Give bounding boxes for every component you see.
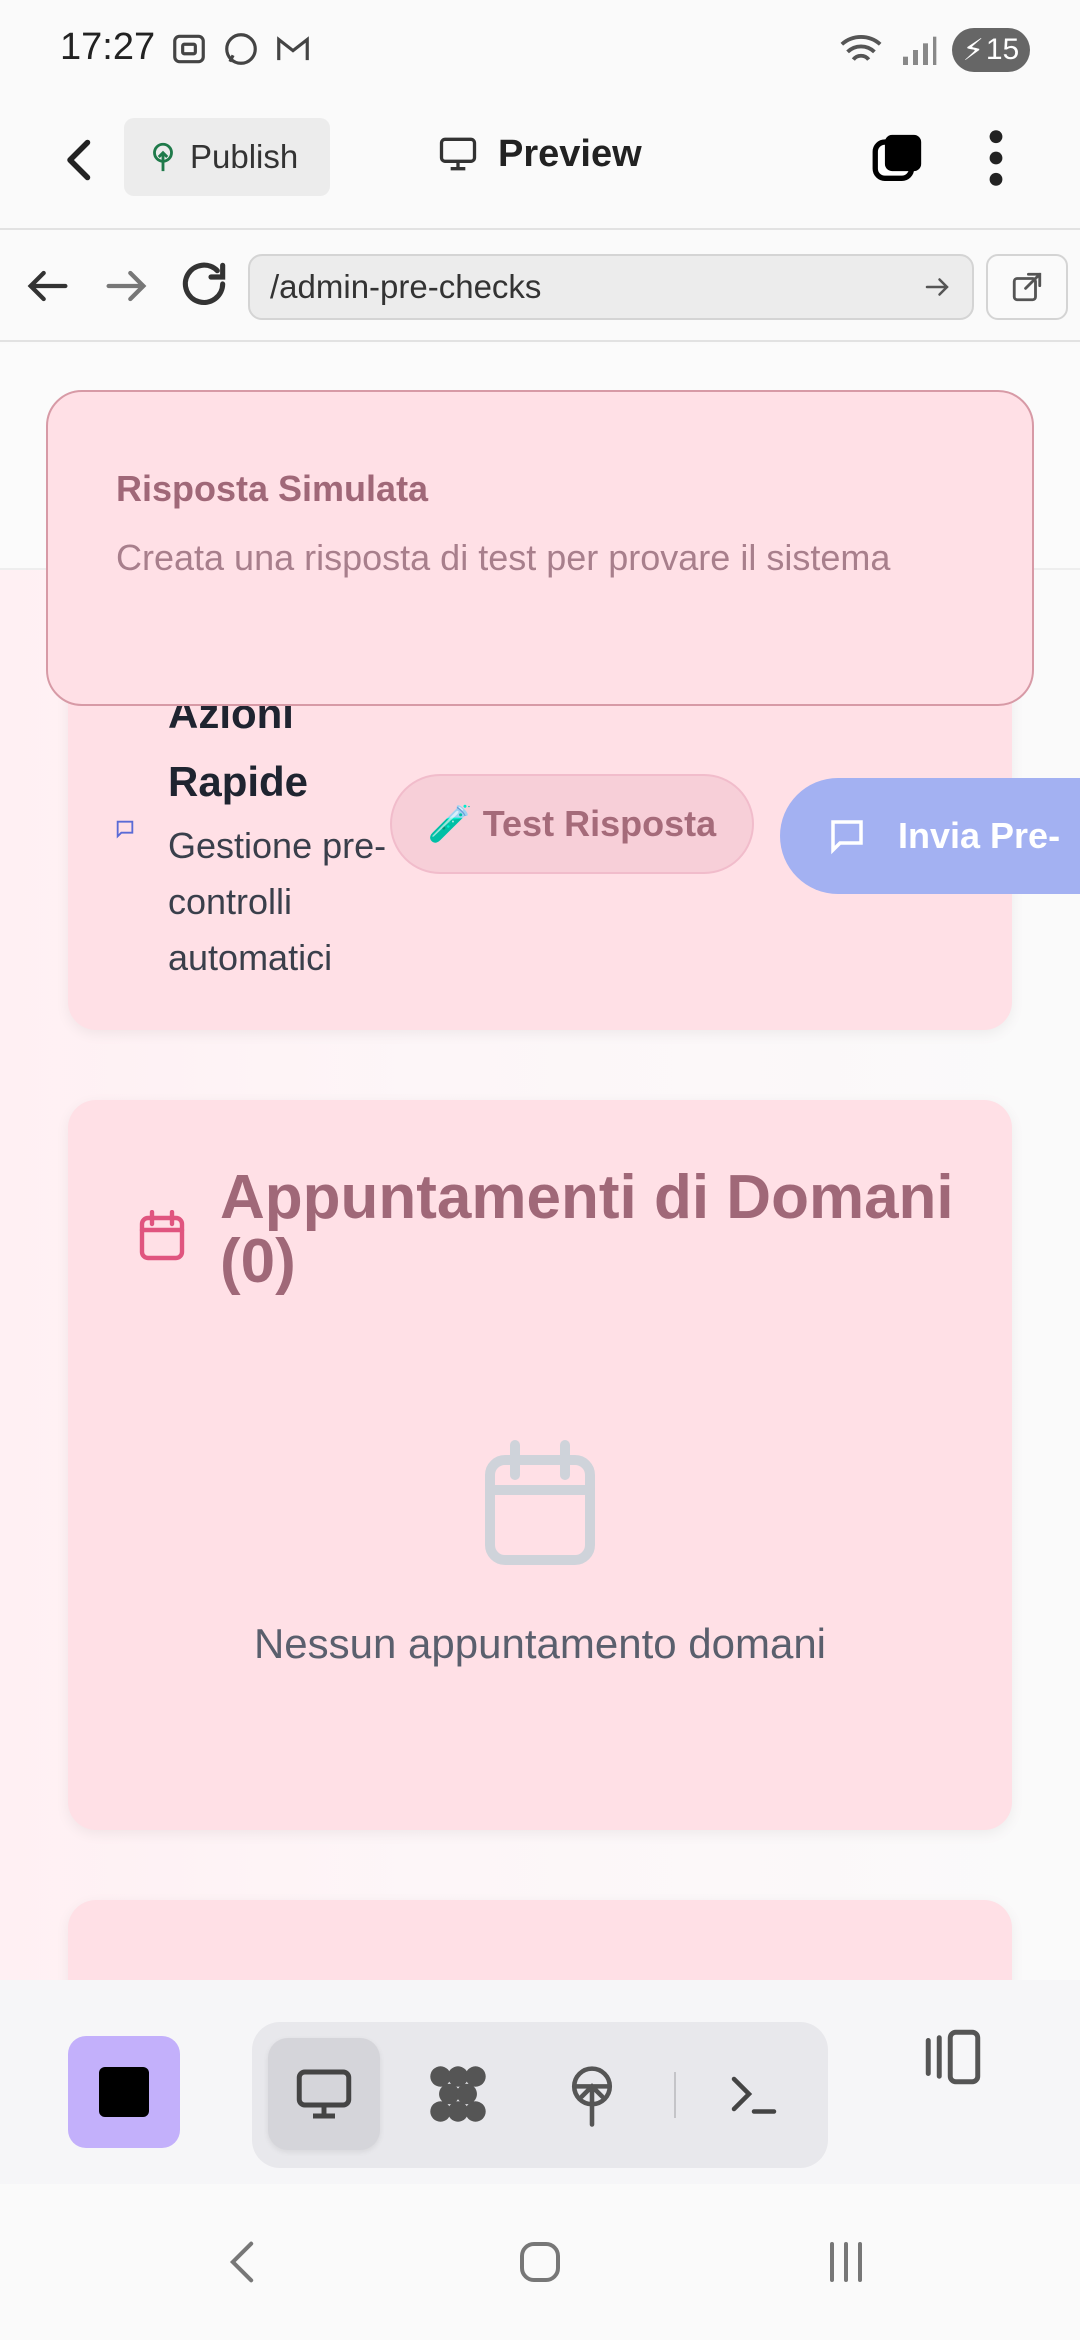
bottom-dock	[0, 1980, 1080, 2194]
publish-antenna-icon	[571, 2066, 613, 2127]
screenshot-icon	[173, 34, 205, 64]
system-icons: ⚡ 15	[838, 28, 1030, 72]
empty-calendar-icon	[485, 1440, 595, 1565]
battery-level: 15	[985, 33, 1020, 66]
dock-tab-group	[252, 2022, 828, 2168]
browser-forward-icon[interactable]	[100, 260, 152, 312]
more-vertical-icon[interactable]	[976, 126, 1016, 190]
status-time: 17:27	[60, 26, 156, 68]
browser-url-bar: /admin-pre-checks	[0, 232, 1080, 342]
send-pre-checks-label: Invia Pre-	[898, 815, 1061, 856]
panel-toggle-icon[interactable]	[920, 2024, 986, 2090]
signal-icon	[903, 36, 937, 65]
battery-indicator: ⚡ 15	[952, 28, 1030, 72]
nav-home-icon[interactable]	[516, 2238, 564, 2286]
next-section-card: Oggi	[68, 1900, 1012, 1980]
toast-title: Risposta Simulata	[116, 468, 429, 509]
wifi-icon	[840, 35, 882, 61]
monitor-icon	[439, 137, 477, 171]
stop-icon	[99, 2067, 149, 2117]
test-response-label: Test Risposta	[482, 803, 717, 844]
empty-state-text: Nessun appuntamento domani	[253, 1620, 827, 1667]
test-tube-icon: 🧪	[427, 803, 473, 844]
desktop-icon	[296, 2069, 352, 2119]
publish-label: Publish	[190, 138, 299, 175]
browser-back-icon[interactable]	[22, 260, 74, 312]
app-toolbar: Publish Preview	[0, 100, 1080, 230]
reload-icon[interactable]	[176, 256, 232, 312]
calendar-icon	[139, 1210, 185, 1261]
status-bar: 17:27 ⚡ 15	[0, 0, 1080, 100]
terminal-icon	[731, 2076, 777, 2114]
nav-recents-icon[interactable]	[822, 2238, 870, 2286]
message-square-icon	[116, 820, 134, 839]
system-nav-bar	[0, 2184, 1080, 2340]
tab-components[interactable]	[402, 2038, 514, 2150]
gmail-icon	[277, 36, 309, 61]
page-content: Azioni Rapide Gestione pre-controlli aut…	[0, 344, 1080, 1980]
tab-publish[interactable]	[536, 2038, 648, 2150]
chat-icon	[831, 820, 863, 855]
tab-terminal[interactable]	[698, 2038, 810, 2150]
send-pre-checks-button[interactable]: Invia Pre-	[780, 778, 1080, 894]
nav-back-icon[interactable]	[220, 2236, 264, 2288]
toast-description: Creata una risposta di test per provare …	[116, 537, 891, 578]
publish-button[interactable]: Publish	[124, 118, 330, 196]
test-response-button[interactable]: 🧪 Test Risposta	[390, 774, 754, 874]
next-section-title: Oggi	[218, 1970, 355, 1980]
notification-icons	[170, 30, 312, 68]
go-arrow-icon[interactable]	[922, 272, 952, 302]
tab-preview[interactable]	[268, 2038, 380, 2150]
open-external-button[interactable]	[986, 254, 1068, 320]
toast-notification[interactable]: Risposta Simulata Creata una risposta di…	[46, 390, 1034, 706]
appointments-title: Appuntamenti di Domani (0)	[220, 1163, 954, 1296]
url-input[interactable]: /admin-pre-checks	[248, 254, 974, 320]
preview-label: Preview	[498, 132, 642, 175]
whatsapp-icon	[225, 33, 257, 65]
tabs-stack-icon[interactable]	[868, 130, 926, 188]
charging-icon: ⚡	[962, 33, 984, 67]
appointments-card: Appuntamenti di Domani (0) Nessun appunt…	[68, 1100, 1012, 1830]
url-text: /admin-pre-checks	[270, 268, 542, 305]
stop-button[interactable]	[68, 2036, 180, 2148]
dock-separator	[674, 2072, 676, 2118]
quick-actions-description: Gestione pre-controlli automatici	[168, 825, 387, 978]
publish-tree-icon	[153, 142, 173, 172]
blocks-icon	[430, 2066, 486, 2122]
preview-title: Preview	[436, 132, 642, 176]
back-arrow-icon[interactable]	[50, 130, 110, 190]
external-link-icon	[1012, 272, 1042, 302]
